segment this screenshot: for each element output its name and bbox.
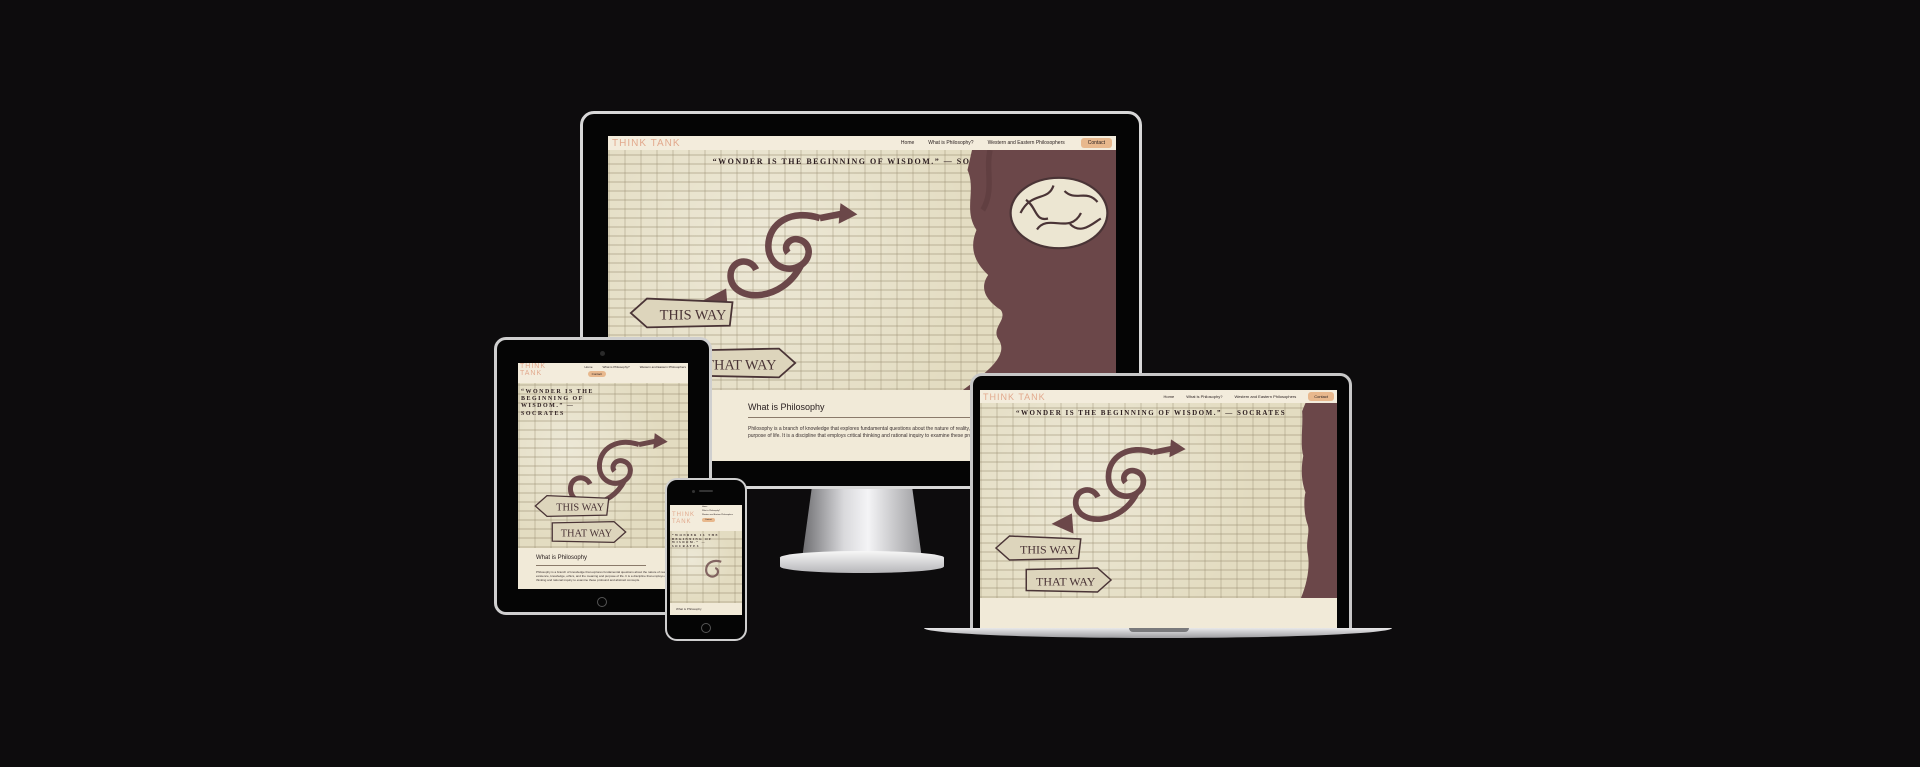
laptop-screen: THINK TANK Home What is Philosophy? West… (980, 390, 1337, 628)
hero-banner: “WONDER IS THE BEGINNING OF WISDOM.” — S… (518, 383, 688, 548)
nav-what-is-philosophy[interactable]: What is Philosophy? (702, 510, 720, 512)
section-divider (536, 565, 646, 566)
spiral-arrow-icon (705, 559, 722, 578)
laptop: THINK TANK Home What is Philosophy? West… (924, 373, 1392, 643)
monitor-stand (802, 489, 922, 559)
this-way-label: THIS WAY (660, 307, 727, 323)
site-logo[interactable]: THINK TANK (612, 138, 681, 149)
home-button-icon[interactable] (597, 597, 607, 607)
home-button-icon[interactable] (701, 623, 711, 633)
camera-icon (600, 351, 605, 356)
nav-links: Home What is Philosophy? Western and Eas… (702, 506, 733, 522)
section-body: Philosophy is a branch of knowledge that… (536, 570, 673, 583)
nav-home[interactable]: Home (702, 506, 707, 508)
nav-philosophers[interactable]: Western and Eastern Philosophers (988, 140, 1065, 146)
contact-button[interactable]: Contact (1080, 138, 1112, 148)
laptop-notch (1129, 628, 1189, 632)
that-way-label: THAT WAY (705, 357, 777, 373)
section-body-preview: What is Philosophy (676, 607, 702, 611)
nav-links: Home What is Philosophy? Western and Eas… (556, 365, 686, 377)
section-title: What is Philosophy (536, 555, 588, 561)
site-logo[interactable]: THINK TANK (520, 363, 548, 377)
contact-button[interactable]: Contact (587, 371, 606, 377)
hero-quote: “WONDER IS THE BEGINNING OF WISDOM.” — S… (521, 389, 594, 417)
nav-home[interactable]: Home (584, 365, 592, 369)
nav-philosophers[interactable]: Western and Eastern Philosophers (702, 514, 733, 516)
nav-what-is-philosophy[interactable]: What is Philosophy? (603, 365, 630, 369)
this-way-label: THIS WAY (556, 503, 605, 514)
that-way-sign-icon: THAT WAY (1025, 567, 1113, 593)
site-logo[interactable]: THINK TANK (983, 392, 1046, 402)
this-way-sign-icon: THIS WAY (629, 297, 734, 329)
that-way-label: THAT WAY (1036, 574, 1096, 588)
nav-links: Home What is Philosophy? Western and Eas… (1164, 392, 1334, 401)
tablet-screen: THINK TANK Home What is Philosophy? West… (518, 363, 688, 589)
speaker-grille (699, 490, 713, 492)
head-silhouette (1301, 403, 1337, 598)
hero-banner: “WONDER IS THE BEGINNING OF WISDOM.” — S… (670, 531, 742, 603)
brain-icon (1009, 176, 1109, 250)
nav-what-is-philosophy[interactable]: What is Philosophy? (1186, 394, 1222, 399)
site-nav: THINK TANK Home What is Philosophy? West… (518, 363, 688, 383)
nav-philosophers[interactable]: Western and Eastern Philosophers (640, 365, 686, 369)
nav-home[interactable]: Home (901, 140, 914, 146)
this-way-sign-icon: THIS WAY (994, 535, 1082, 561)
monitor-foot (780, 551, 944, 573)
that-way-sign-icon: THAT WAY (551, 520, 627, 544)
contact-button[interactable]: Contact (702, 518, 715, 522)
nav-philosophers[interactable]: Western and Eastern Philosophers (1234, 394, 1296, 399)
contact-button[interactable]: Contact (1308, 392, 1334, 401)
site-nav: THINK TANK Home What is Philosophy? West… (670, 505, 742, 531)
nav-links: Home What is Philosophy? Western and Eas… (901, 138, 1112, 148)
site-nav: THINK TANK Home What is Philosophy? West… (608, 136, 1116, 150)
hero-banner: “WONDER IS THE BEGINNING OF WISDOM.” — S… (980, 403, 1337, 598)
hero-quote: “WONDER IS THE BEGINNING OF WISDOM.” — S… (672, 533, 719, 548)
phone-screen: THINK TANK Home What is Philosophy? West… (670, 505, 742, 615)
camera-icon (692, 490, 695, 493)
phone: THINK TANK Home What is Philosophy? West… (665, 478, 747, 641)
hero-quote: “WONDER IS THE BEGINNING OF WISDOM.” — S… (1016, 409, 1287, 417)
that-way-label: THAT WAY (561, 529, 613, 540)
section-title: What is Philosophy (748, 402, 825, 412)
site-nav: THINK TANK Home What is Philosophy? West… (980, 390, 1337, 403)
nav-what-is-philosophy[interactable]: What is Philosophy? (928, 140, 973, 146)
this-way-label: THIS WAY (1020, 542, 1076, 556)
this-way-sign-icon: THIS WAY (534, 494, 610, 518)
site-logo[interactable]: THINK TANK (672, 512, 696, 525)
nav-home[interactable]: Home (1164, 394, 1175, 399)
